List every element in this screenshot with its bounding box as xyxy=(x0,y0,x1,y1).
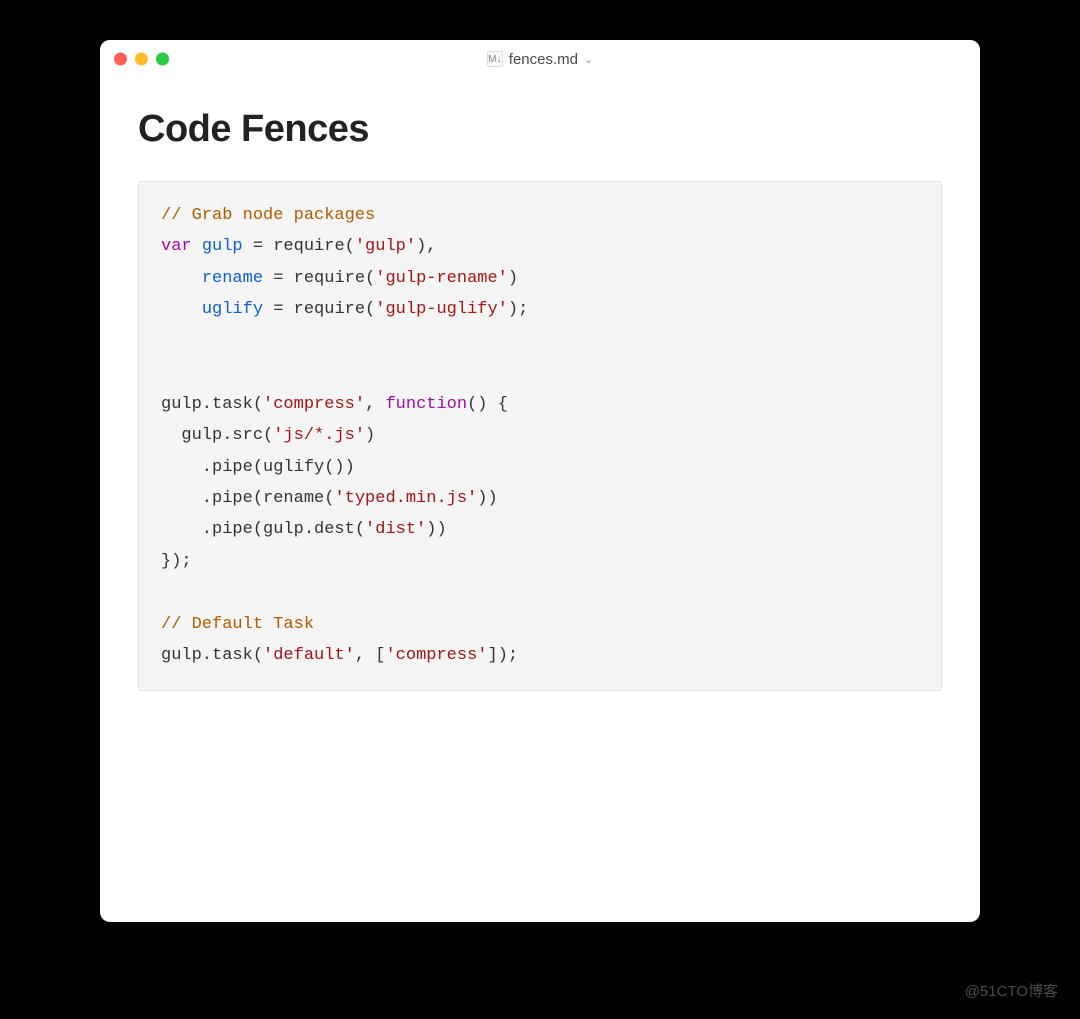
document-content[interactable]: Code Fences // Grab node packages var gu… xyxy=(100,78,980,922)
page-heading: Code Fences xyxy=(138,108,942,151)
title-text: fences.md xyxy=(509,51,578,68)
markdown-file-icon: M↓ xyxy=(487,51,503,67)
watermark-text: @51CTO博客 xyxy=(965,980,1058,1001)
minimize-button[interactable] xyxy=(135,53,148,66)
code-fence-block[interactable]: // Grab node packages var gulp = require… xyxy=(138,181,942,691)
maximize-button[interactable] xyxy=(156,53,169,66)
app-window: M↓ fences.md ⌄ Code Fences // Grab node … xyxy=(100,40,980,922)
traffic-lights xyxy=(114,53,169,66)
titlebar: M↓ fences.md ⌄ xyxy=(100,40,980,78)
window-title[interactable]: M↓ fences.md ⌄ xyxy=(487,51,593,68)
close-button[interactable] xyxy=(114,53,127,66)
chevron-down-icon: ⌄ xyxy=(584,53,593,66)
